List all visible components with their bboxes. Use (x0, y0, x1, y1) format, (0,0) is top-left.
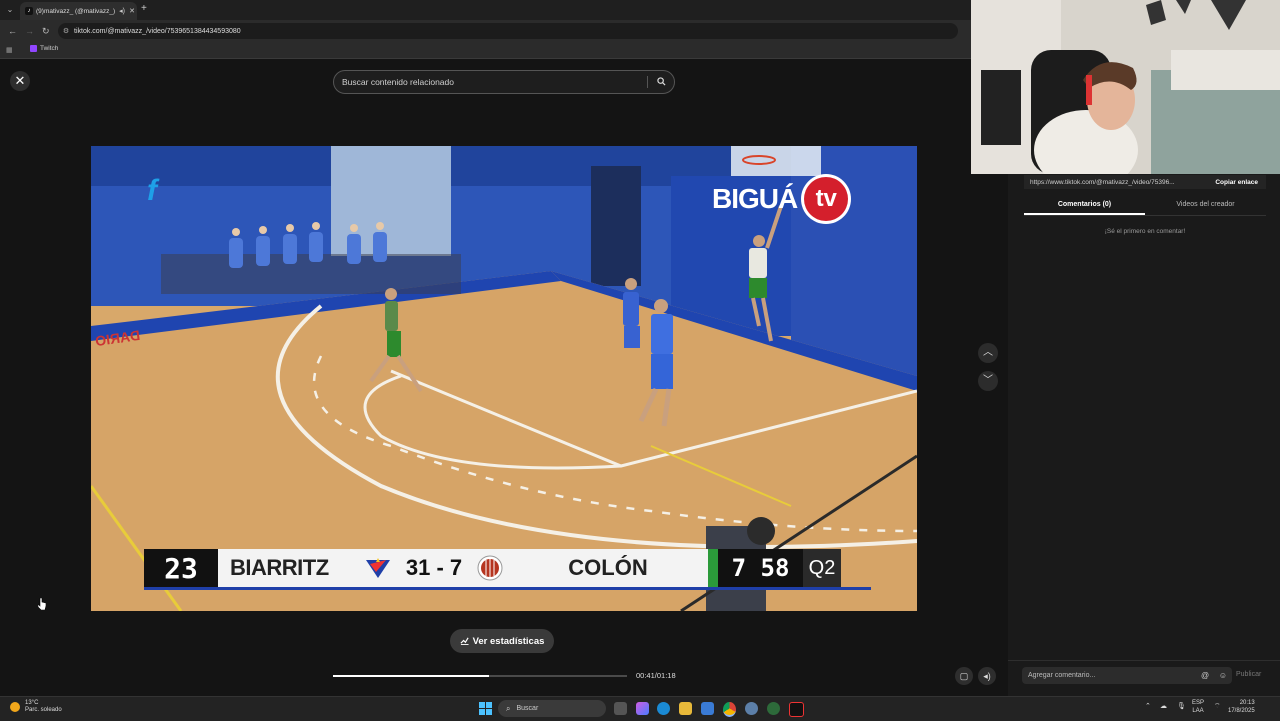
search-icon[interactable] (648, 76, 674, 88)
weather-temp: 13°C (25, 700, 39, 706)
settings-gear-icon[interactable] (745, 702, 758, 715)
chrome-icon[interactable] (723, 702, 736, 717)
bookmark-label: Twitch (40, 45, 59, 52)
address-bar[interactable]: ⚙ tiktok.com/@mativazz_/video/7539651384… (58, 23, 958, 39)
next-video-button[interactable]: ﹀ (978, 371, 998, 391)
windows-taskbar: 13°C Parc. soleado ⌕ Buscar ⌃ ☁ 🎙 ESP LA… (0, 696, 1280, 721)
home-team-name: BIARRITZ (218, 549, 360, 587)
search-input[interactable]: Buscar contenido relacionado (334, 77, 647, 87)
mouse-cursor-icon (38, 598, 46, 610)
mini-player-icon[interactable]: ▢ (955, 667, 973, 685)
volume-icon[interactable]: ◂) (978, 667, 996, 685)
bookmark-twitch[interactable]: Twitch (30, 45, 58, 52)
input-language[interactable]: ESP LAA (1192, 699, 1204, 715)
streamer-webcam (971, 0, 1280, 174)
away-team-name: COLÓN (508, 549, 708, 587)
system-clock[interactable]: 20:13 17/8/2025 (1228, 699, 1255, 715)
edge-icon[interactable] (657, 702, 670, 715)
twitch-icon (30, 45, 37, 52)
tab-comments[interactable]: Comentarios (0) (1024, 199, 1145, 215)
tabs-divider (1024, 215, 1266, 216)
tiktok-favicon-icon: ♪ (25, 7, 33, 15)
emoji-icon[interactable]: ☺ (1214, 671, 1232, 680)
previous-video-button[interactable]: ︿ (978, 343, 998, 363)
away-color-strip (708, 549, 718, 587)
close-video-button[interactable]: ✕ (10, 71, 30, 91)
mention-icon[interactable]: @ (1196, 671, 1214, 680)
tray-chevron-icon[interactable]: ⌃ (1145, 702, 1151, 710)
copy-link-button[interactable]: Copiar enlace (1207, 179, 1266, 186)
tv-circle-logo: tv (801, 174, 852, 224)
audio-icon[interactable]: ◂) (117, 7, 127, 15)
store-icon[interactable] (701, 702, 714, 715)
shot-clock: 23 (144, 549, 218, 587)
copilot-icon[interactable] (636, 702, 649, 715)
wifi-icon[interactable]: ⌔ (1214, 702, 1221, 711)
taskbar-search[interactable]: ⌕ Buscar (498, 700, 606, 717)
bigua-tv-logo: BIGUÁ tv (712, 174, 852, 224)
site-info-icon[interactable]: ⚙ (58, 27, 74, 35)
apps-grid-icon[interactable]: ▦ (6, 46, 13, 54)
microphone-icon[interactable]: 🎙 (1177, 702, 1186, 710)
channel-f-logo: f (147, 174, 157, 207)
tab-search-icon[interactable]: ⌄ (4, 4, 16, 16)
comment-input[interactable]: Agregar comentario... @ ☺ (1022, 667, 1232, 684)
tiktok-app-icon[interactable] (789, 702, 804, 717)
forward-icon[interactable]: → (25, 25, 34, 37)
clock-date: 17/8/2025 (1228, 708, 1255, 714)
progress-fill (333, 675, 489, 677)
chart-icon (460, 636, 469, 647)
scoreboard: 23 BIARRITZ 31 - 7 COLÓN 7 58 Q2 (144, 549, 871, 587)
comment-placeholder[interactable]: Agregar comentario... (1022, 672, 1196, 679)
quarter-label: Q2 (803, 549, 841, 587)
tab-title: (9)mativazz_ (@mativazz_) | TikTok (36, 7, 117, 15)
weather-sun-icon (10, 702, 20, 712)
away-team-logo-icon (472, 549, 508, 587)
taskbar-search-label: Buscar (516, 705, 539, 712)
empty-comments-message: ¡Sé el primero en comentar! (1104, 228, 1186, 235)
browser-tab[interactable]: ♪ (9)mativazz_ (@mativazz_) | TikTok ◂) … (20, 2, 137, 20)
game-score: 31 - 7 (396, 549, 472, 587)
onedrive-icon[interactable]: ☁ (1160, 702, 1167, 710)
video-time: 00:41/01:18 (636, 671, 676, 680)
back-icon[interactable]: ← (8, 25, 17, 37)
video-progress-bar[interactable] (333, 675, 627, 677)
chrome-profile-icon[interactable] (767, 702, 780, 715)
tab-creator-videos[interactable]: Videos del creador (1145, 199, 1266, 215)
sidebar-tabs: Comentarios (0) Videos del creador (1024, 199, 1266, 215)
windows-start-icon[interactable] (479, 702, 492, 715)
clock-time: 20:13 (1239, 700, 1255, 706)
new-tab-icon[interactable]: + (141, 3, 147, 15)
share-link-bar: https://www.tiktok.com/@mativazz_/video/… (1024, 175, 1266, 189)
taskbar-search-icon: ⌕ (506, 703, 511, 713)
tv-logo-text: tv (804, 177, 849, 221)
game-clock: 7 58 (718, 549, 803, 587)
publish-button[interactable]: Publicar (1236, 671, 1261, 678)
bigua-brand-text: BIGUÁ (712, 183, 798, 214)
reload-icon[interactable]: ↻ (42, 25, 50, 37)
weather-widget[interactable]: 13°C Parc. soleado (10, 700, 62, 714)
close-tab-icon[interactable]: ✕ (127, 7, 137, 15)
view-stats-label: Ver estadísticas (472, 635, 545, 647)
file-explorer-icon[interactable] (679, 702, 692, 715)
weather-desc: Parc. soleado (25, 707, 62, 713)
video-link-text[interactable]: https://www.tiktok.com/@mativazz_/video/… (1024, 179, 1207, 186)
url-text: tiktok.com/@mativazz_/video/753965138443… (74, 27, 241, 35)
lang-bottom: LAA (1192, 708, 1204, 714)
task-view-icon[interactable] (614, 702, 627, 715)
home-team-logo-icon (360, 549, 396, 587)
related-search-box[interactable]: Buscar contenido relacionado (333, 70, 675, 94)
view-stats-button[interactable]: Ver estadísticas (450, 629, 554, 653)
lang-top: ESP (1192, 700, 1205, 706)
video-player[interactable]: f BIGUÁ tv DARIO 23 BIARRITZ 31 - 7 COLÓ… (91, 146, 917, 611)
